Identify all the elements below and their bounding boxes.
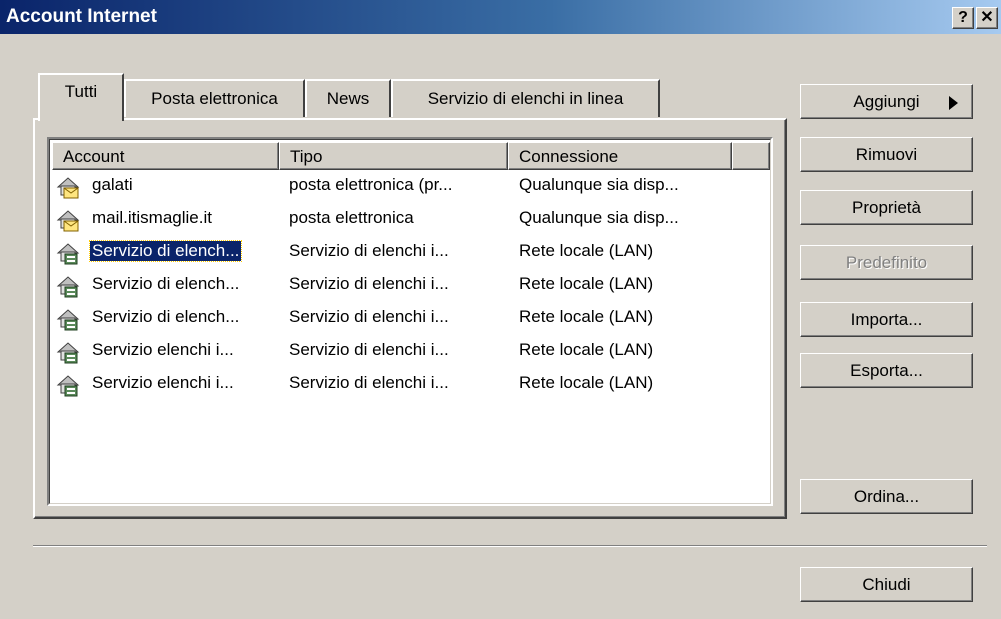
arrow-right-icon — [949, 96, 958, 110]
chiudi-label: Chiudi — [862, 575, 911, 594]
account-name: Servizio elenchi i... — [92, 340, 234, 359]
esporta-label: Esporta... — [850, 361, 923, 380]
ordina-button[interactable]: Ordina... — [800, 479, 973, 514]
predefinito-button[interactable]: Predefinito — [800, 245, 973, 280]
account-type: Servizio di elenchi i... — [289, 241, 449, 260]
list-row[interactable]: Servizio di elench... Servizio di elenchi… — [52, 237, 770, 269]
account-type: Servizio di elenchi i... — [289, 274, 449, 293]
account-name: Servizio elenchi i... — [92, 373, 234, 392]
separator — [33, 545, 987, 547]
ordina-label: Ordina... — [853, 487, 920, 506]
tab-servizio-elenchi[interactable]: Servizio di elenchi in linea — [391, 79, 660, 117]
mail-account-icon — [56, 175, 80, 199]
account-type: posta elettronica — [289, 208, 414, 227]
importa-button[interactable]: Importa... — [800, 302, 973, 337]
account-type: Servizio di elenchi i... — [289, 340, 449, 359]
column-header-tipo[interactable]: Tipo — [279, 142, 508, 170]
aggiungi-button[interactable]: Aggiungi — [800, 84, 973, 119]
aggiungi-label: Aggiungi — [853, 92, 920, 111]
account-connection: Rete locale (LAN) — [519, 307, 654, 326]
column-header-connessione[interactable]: Connessione — [508, 142, 732, 170]
accounts-list[interactable]: Account Tipo Connessione galati posta ele… — [47, 137, 773, 506]
account-type: Servizio di elenchi i... — [289, 307, 449, 326]
rimuovi-button[interactable]: Rimuovi — [800, 137, 973, 172]
tab-posta-elettronica[interactable]: Posta elettronica — [124, 79, 305, 117]
account-connection: Rete locale (LAN) — [519, 241, 654, 260]
account-connection: Qualunque sia disp... — [519, 175, 679, 194]
list-row[interactable]: Servizio di elench... Servizio di elenchi… — [52, 303, 770, 335]
proprieta-button[interactable]: Proprietà — [800, 190, 973, 225]
account-type: Servizio di elenchi i... — [289, 373, 449, 392]
directory-service-icon — [56, 340, 80, 364]
account-type: posta elettronica (pr... — [289, 175, 453, 194]
directory-service-icon — [56, 274, 80, 298]
list-row[interactable]: Servizio elenchi i... Servizio di elenchi… — [52, 369, 770, 401]
title-bar: Account Internet ? ✕ — [0, 0, 1001, 34]
list-row[interactable]: galati posta elettronica (pr... Qualunque … — [52, 171, 770, 203]
help-button[interactable]: ? — [952, 7, 974, 29]
directory-service-icon — [56, 241, 80, 265]
account-connection: Rete locale (LAN) — [519, 340, 654, 359]
directory-service-icon — [56, 307, 80, 331]
mail-account-icon — [56, 208, 80, 232]
tab-tutti[interactable]: Tutti — [38, 73, 124, 121]
chiudi-button[interactable]: Chiudi — [800, 567, 973, 602]
proprieta-label: Proprietà — [852, 198, 921, 217]
window-title: Account Internet — [6, 6, 157, 27]
close-button[interactable]: ✕ — [976, 7, 998, 29]
account-connection: Rete locale (LAN) — [519, 373, 654, 392]
predefinito-label: Predefinito — [845, 253, 928, 272]
column-header-account[interactable]: Account — [52, 142, 279, 170]
tab-news[interactable]: News — [305, 79, 391, 117]
list-row[interactable]: Servizio elenchi i... Servizio di elenchi… — [52, 336, 770, 368]
list-row[interactable]: mail.itismaglie.it posta elettronica Qualu… — [52, 204, 770, 236]
account-name: Servizio di elench... — [92, 307, 240, 326]
rimuovi-label: Rimuovi — [855, 145, 918, 164]
importa-label: Importa... — [850, 310, 923, 329]
column-header-filler — [732, 142, 770, 170]
list-row[interactable]: Servizio di elench... Servizio di elenchi… — [52, 270, 770, 302]
account-connection: Qualunque sia disp... — [519, 208, 679, 227]
account-name: Servizio di elench... — [92, 274, 240, 293]
esporta-button[interactable]: Esporta... — [800, 353, 973, 388]
account-name: galati — [92, 175, 133, 194]
directory-service-icon — [56, 373, 80, 397]
account-connection: Rete locale (LAN) — [519, 274, 654, 293]
close-icon: ✕ — [980, 9, 994, 26]
account-name: mail.itismaglie.it — [92, 208, 212, 227]
account-name: Servizio di elench... — [88, 240, 243, 262]
